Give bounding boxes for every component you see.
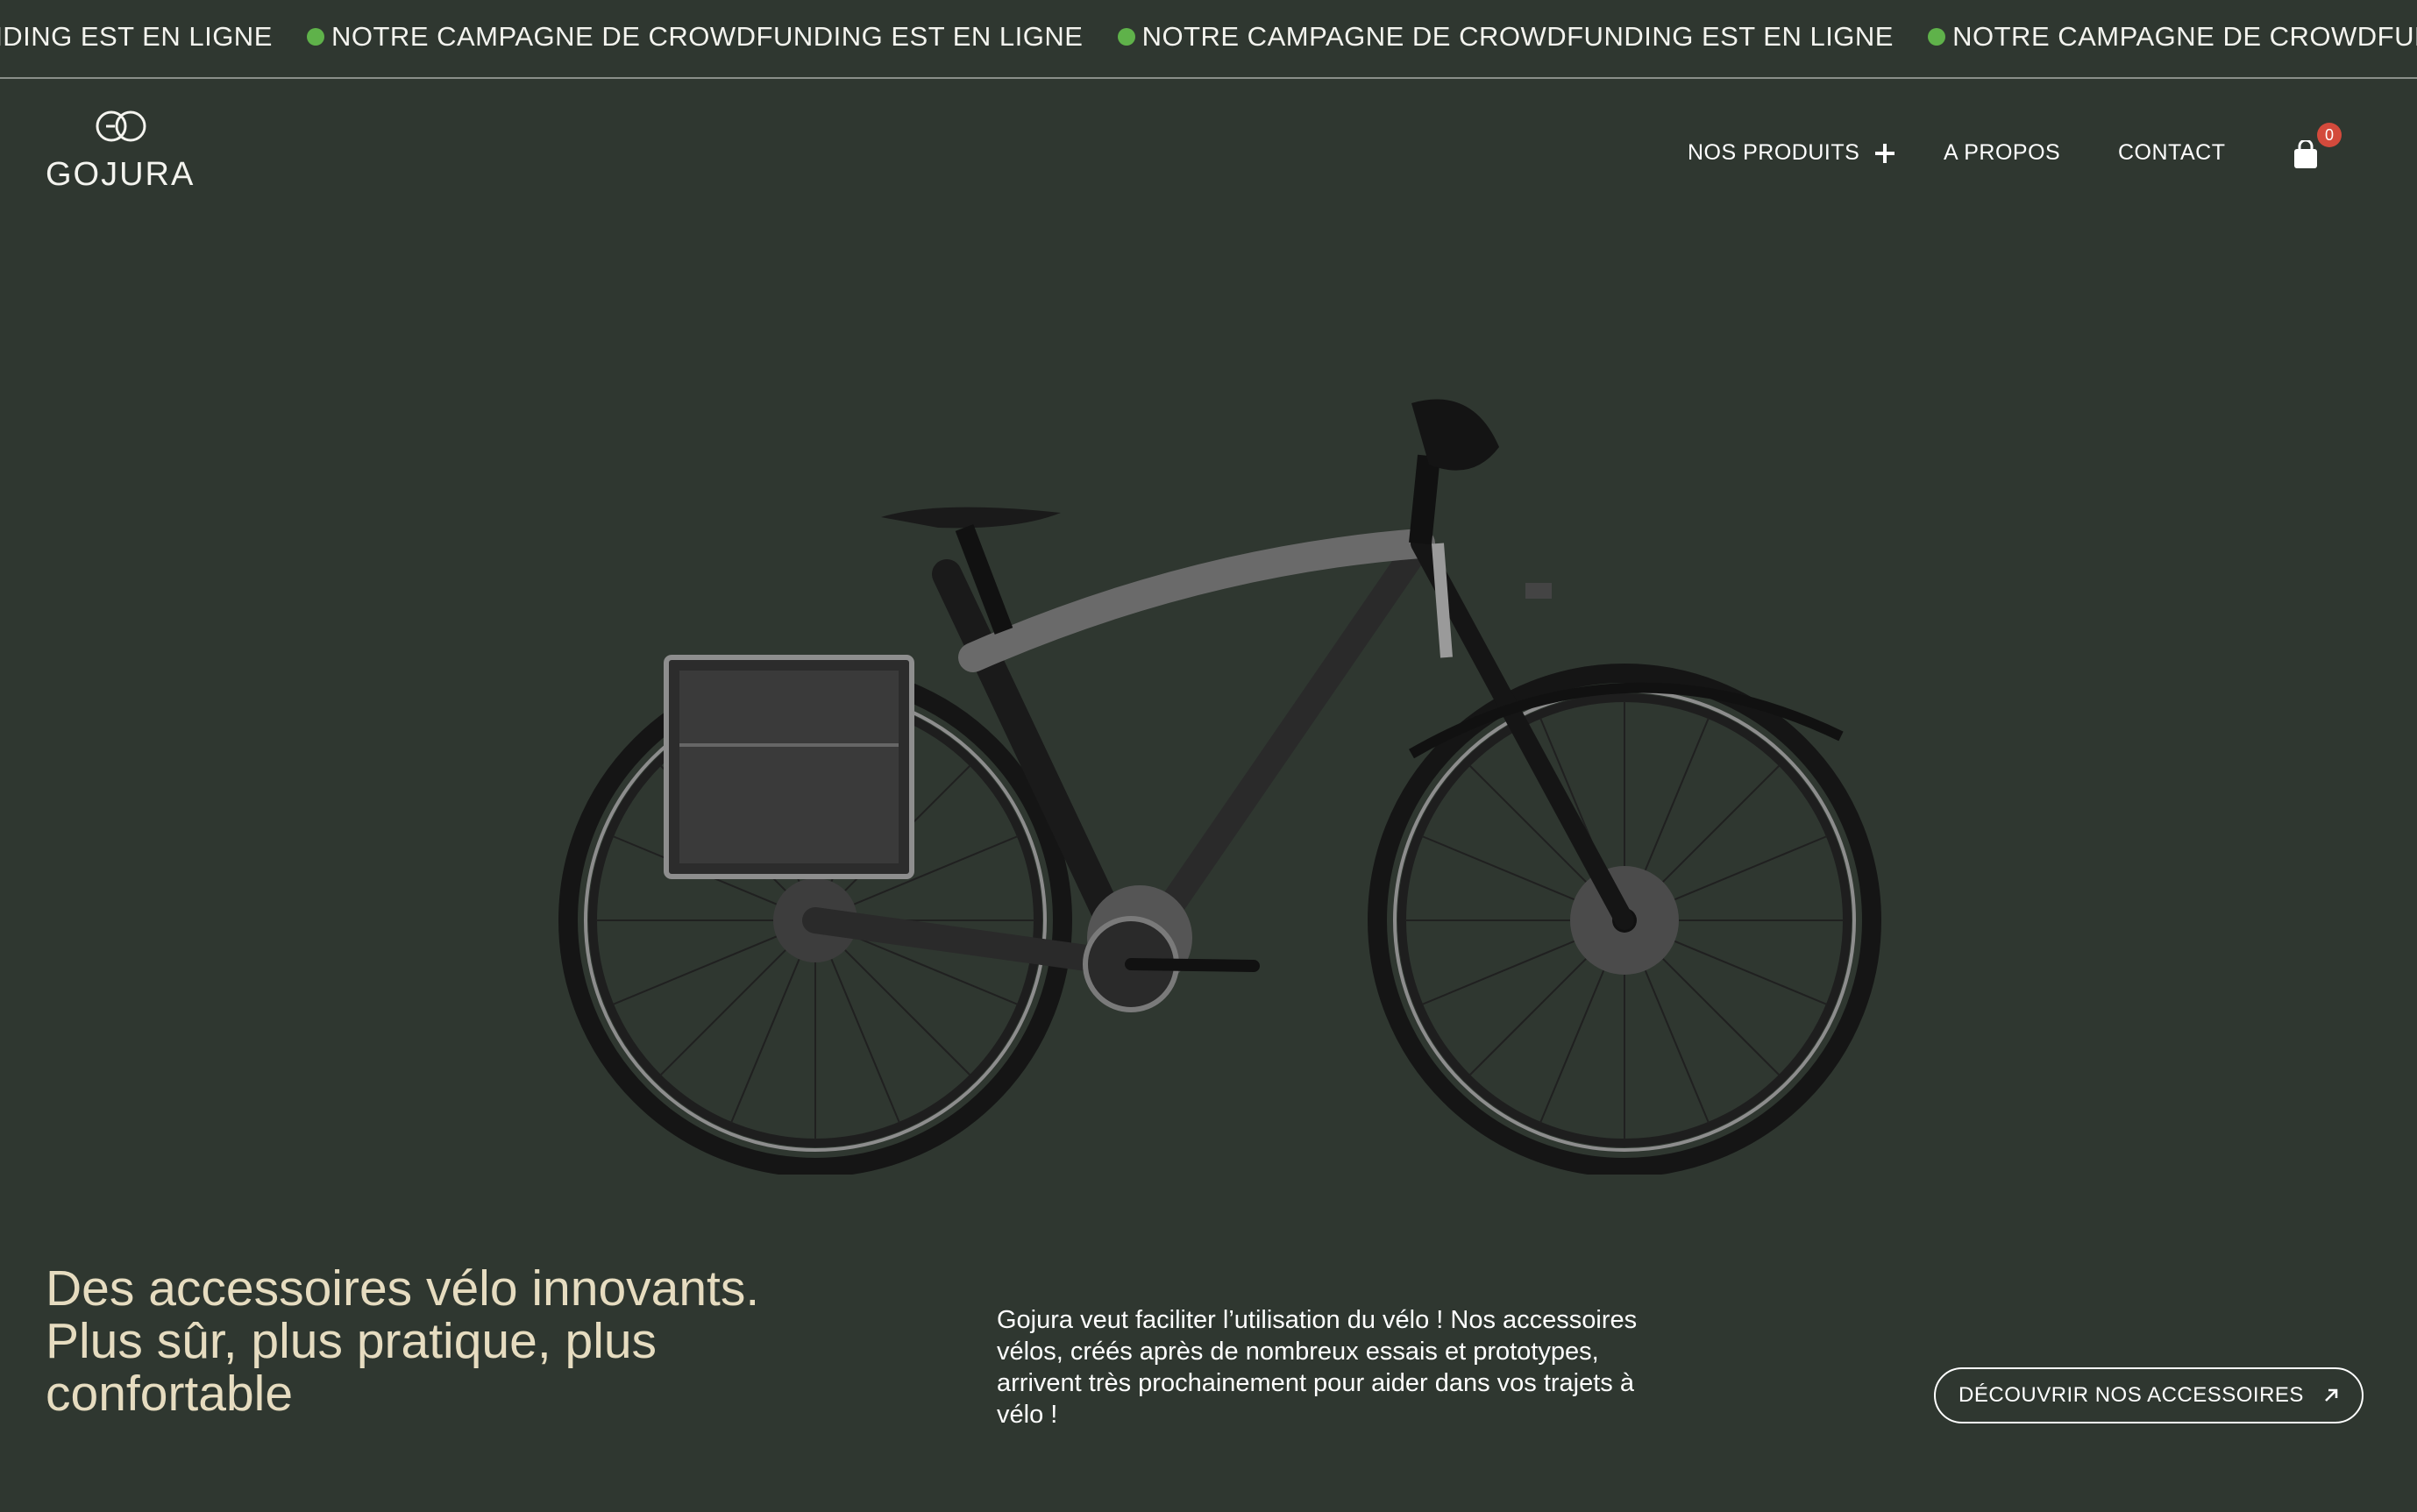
ticker-item: NOTRE CAMPAGNE DE CROWDFUNDING EST EN LI…	[307, 21, 1083, 53]
headline-line: Plus sûr, plus pratique, plus	[46, 1313, 658, 1369]
ticker-item: NOTRE CAMPAGNE DE CROWDFUNDING EST EN L	[1928, 21, 2417, 53]
plus-icon	[1875, 143, 1895, 163]
hero-bike-image	[526, 368, 1894, 1177]
site-header: GOJURA NOS PRODUITS A PROPOS CONTACT 0	[0, 79, 2417, 232]
status-dot-icon	[1928, 27, 1946, 46]
nav-products[interactable]: NOS PRODUITS	[1688, 140, 1895, 166]
arrow-up-right-icon	[2325, 1388, 2338, 1402]
logo-text: GOJURA	[46, 156, 195, 193]
headline-line: Des accessoires vélo innovants.	[46, 1260, 760, 1317]
hero-description: Gojura veut faciliter l’utilisation du v…	[997, 1306, 1638, 1429]
logo-mark-icon	[96, 110, 146, 142]
hero-headline: Des accessoires vélo innovants. Plus sûr…	[46, 1262, 922, 1420]
nav-products-label: NOS PRODUITS	[1688, 140, 1860, 165]
headline-line: confortable	[46, 1366, 294, 1422]
status-dot-icon	[1117, 27, 1135, 46]
cta-label: DÉCOUVRIR NOS ACCESSOIRES	[1958, 1383, 2304, 1407]
ticker-track: FUNDING EST EN LIGNE NOTRE CAMPAGNE DE C…	[0, 21, 2417, 53]
nav-contact[interactable]: CONTACT	[2118, 140, 2225, 166]
discover-accessories-button[interactable]: DÉCOUVRIR NOS ACCESSOIRES	[1934, 1367, 2364, 1423]
cart-count-badge: 0	[2317, 123, 2342, 147]
status-dot-icon	[307, 27, 324, 46]
shopping-bag-icon	[2294, 140, 2317, 168]
announcement-ticker: FUNDING EST EN LIGNE NOTRE CAMPAGNE DE C…	[0, 0, 2417, 79]
nav-about[interactable]: A PROPOS	[1944, 140, 2060, 166]
logo[interactable]: GOJURA	[46, 110, 193, 195]
bike-icon	[558, 399, 1881, 1177]
ticker-item: NOTRE CAMPAGNE DE CROWDFUNDING EST EN LI…	[1117, 21, 1894, 53]
ticker-item: FUNDING EST EN LIGNE	[0, 21, 273, 52]
cart-button[interactable]: 0	[2293, 123, 2342, 177]
